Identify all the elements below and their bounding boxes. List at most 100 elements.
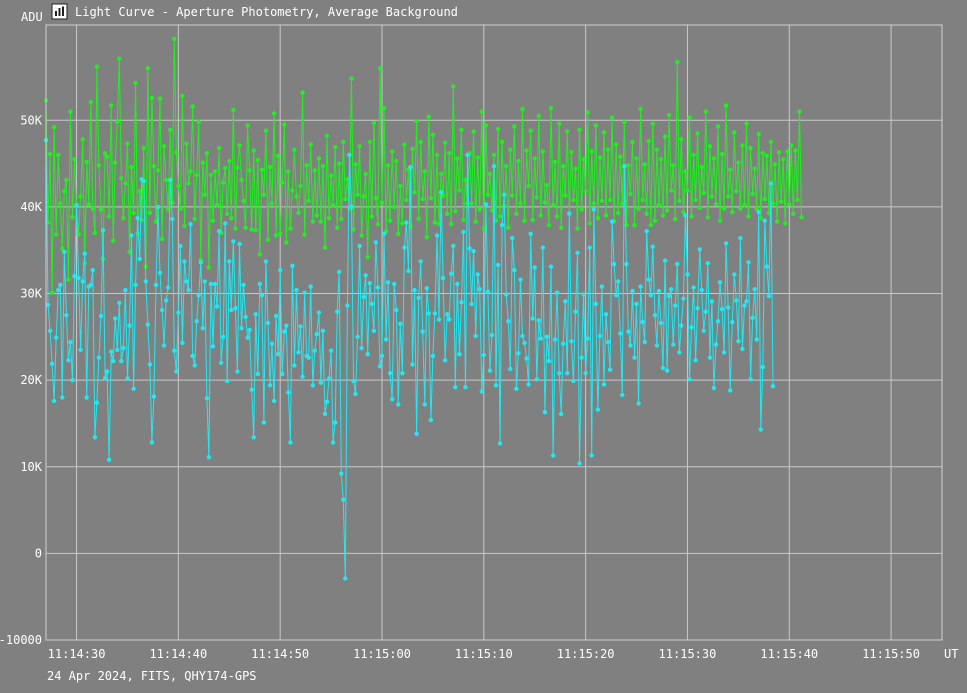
data-point: [634, 301, 639, 307]
data-point: [673, 216, 678, 222]
data-point: [717, 218, 723, 223]
data-point: [369, 301, 374, 307]
data-point: [536, 318, 541, 323]
data-point: [746, 214, 751, 219]
data-point: [650, 121, 655, 126]
data-point: [153, 282, 159, 288]
data-point: [432, 220, 438, 225]
data-point: [640, 319, 645, 325]
data-point: [365, 352, 370, 357]
data-point: [673, 303, 678, 308]
data-point: [618, 154, 623, 159]
chart-icon[interactable]: [51, 3, 68, 20]
y-tick-label: 40K: [20, 200, 42, 214]
data-point: [320, 164, 326, 169]
data-point: [516, 158, 521, 164]
data-point: [620, 392, 625, 398]
data-point: [603, 213, 609, 218]
data-point: [787, 202, 792, 207]
data-point: [669, 287, 674, 292]
data-point: [170, 216, 175, 222]
data-point: [269, 341, 275, 346]
data-point: [557, 371, 562, 376]
data-point: [314, 213, 319, 218]
data-point: [308, 142, 313, 147]
data-point: [526, 183, 531, 189]
data-point: [561, 164, 566, 169]
data-point: [766, 293, 772, 299]
data-point: [121, 345, 126, 351]
data-point: [634, 156, 639, 161]
data-point: [691, 152, 696, 158]
data-point: [241, 198, 246, 203]
data-point: [534, 195, 539, 200]
data-point: [286, 169, 291, 174]
data-point: [239, 177, 244, 183]
data-point: [243, 225, 248, 230]
data-point: [642, 339, 647, 345]
data-point: [630, 139, 635, 145]
data-point: [292, 363, 297, 368]
x-tick-label: 11:15:00: [353, 647, 411, 661]
data-point: [605, 147, 611, 152]
data-point: [430, 132, 436, 138]
data-point: [300, 374, 305, 379]
data-point: [591, 207, 596, 212]
data-point: [115, 119, 120, 125]
data-point: [355, 192, 360, 197]
data-point: [94, 64, 100, 69]
data-point: [333, 420, 338, 425]
data-point: [404, 197, 409, 203]
data-point: [296, 210, 301, 216]
data-point: [593, 301, 598, 307]
data-point: [104, 154, 110, 159]
data-point: [155, 204, 161, 210]
data-point: [204, 151, 210, 156]
data-point: [520, 333, 525, 339]
data-point: [721, 206, 727, 211]
data-point: [56, 152, 61, 158]
data-point: [520, 106, 525, 112]
data-point: [86, 202, 92, 207]
data-point: [98, 207, 104, 212]
data-point: [408, 164, 413, 170]
data-point: [200, 160, 205, 165]
data-point: [689, 214, 694, 219]
data-point: [662, 134, 668, 139]
data-point: [559, 225, 564, 230]
data-point: [190, 104, 195, 109]
data-point: [422, 169, 427, 174]
data-point: [632, 355, 637, 360]
data-point: [180, 93, 185, 99]
data-point: [701, 190, 706, 196]
data-point: [493, 383, 499, 388]
data-point: [233, 306, 238, 311]
data-point: [151, 394, 157, 399]
data-point: [540, 149, 546, 154]
y-tick-label: 0: [35, 546, 42, 560]
data-point: [563, 299, 568, 304]
data-point: [581, 292, 586, 297]
data-point: [123, 181, 128, 186]
data-point: [721, 350, 727, 355]
data-point: [351, 378, 356, 384]
data-point: [204, 396, 210, 401]
data-point: [711, 385, 717, 391]
data-point: [357, 243, 362, 249]
data-point: [565, 129, 570, 134]
data-point: [483, 123, 489, 128]
data-point: [286, 390, 291, 395]
data-point: [51, 125, 57, 130]
data-point: [434, 233, 440, 238]
data-point: [585, 110, 590, 115]
data-point: [282, 122, 287, 127]
data-point: [163, 177, 169, 183]
data-point: [402, 142, 407, 147]
data-point: [675, 60, 680, 65]
data-point: [159, 307, 165, 313]
data-point: [440, 275, 446, 281]
data-point: [713, 342, 719, 347]
data-point: [361, 194, 366, 199]
data-point: [255, 157, 260, 163]
data-point: [121, 216, 126, 221]
